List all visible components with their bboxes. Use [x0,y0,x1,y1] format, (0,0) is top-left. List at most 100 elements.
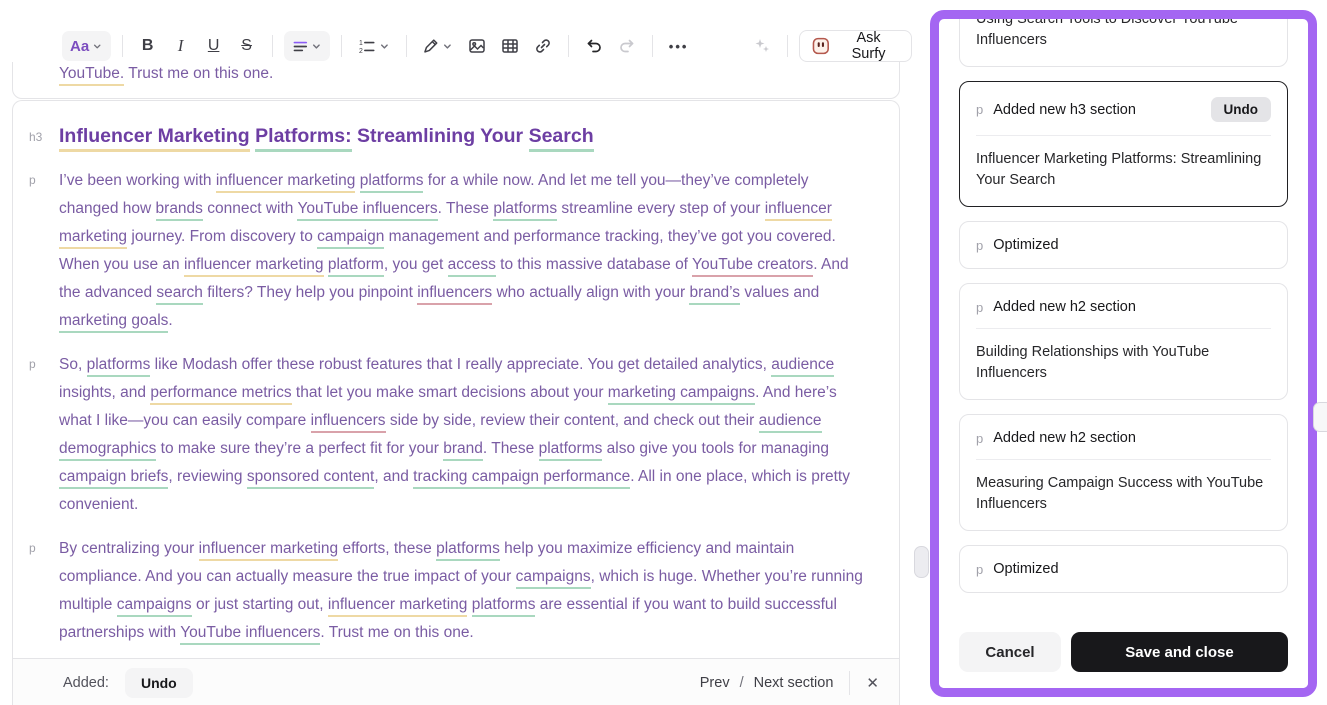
text-run: also give you tools for managing [602,440,829,457]
block-type-marker: p [29,541,36,555]
text-run: who actually align with your [492,284,689,301]
cancel-button[interactable]: Cancel [959,632,1061,672]
redo-button[interactable] [613,31,641,61]
svg-text:1: 1 [359,40,363,47]
card-divider [976,328,1271,329]
previous-section-tail: YouTube. Trust me on this one. [59,60,273,88]
toolbar-strip: Aa B I U S 12 [0,0,912,62]
annotated-phrase: YouTube influencers [297,200,437,221]
annotated-phrase: influencers [311,412,386,433]
paragraph-block: pBy centralizing your influencer marketi… [13,535,873,647]
review-bar-divider [849,671,850,695]
next-section-button[interactable]: Next section [754,675,834,691]
insert-table-button[interactable] [496,31,524,61]
change-card[interactable]: pAdded new h3 sectionUndoInfluencer Mark… [959,81,1288,207]
annotated-phrase: platforms [539,440,603,461]
text-run: journey. From discovery to [127,228,317,245]
review-undo-button[interactable]: Undo [125,668,193,698]
heading-block: h3Influencer Marketing Platforms: Stream… [13,121,873,151]
text-run: to make sure they’re a perfect fit for y… [156,440,443,457]
review-bar: Added: Undo Prev / Next section ✕ [13,658,899,705]
annotated-phrase: sponsored content [247,468,375,489]
change-label: Optimized [993,237,1271,253]
text-run: . [168,312,172,329]
undo-button[interactable] [580,31,608,61]
annotated-phrase: search [156,284,203,305]
added-label: Added: [63,675,109,691]
window-scrollbar-thumb[interactable] [1313,402,1327,432]
card-divider [976,135,1271,136]
change-label: Added new h2 section [993,430,1271,446]
annotated-phrase: platforms [87,356,151,377]
undo-icon [585,37,603,55]
annotated-phrase: brands [156,200,203,221]
strikethrough-button[interactable]: S [233,31,261,61]
editor-toolbar: Aa B I U S 12 [62,30,912,62]
change-card-header: pAdded new h3 sectionUndo [976,97,1271,122]
annotated-phrase: brand’s [689,284,740,305]
block-type-marker: p [976,431,983,446]
change-card[interactable]: pOptimized [959,545,1288,593]
ai-sparkle-button[interactable] [748,31,776,61]
change-label: Added new h2 section [993,299,1271,315]
ordered-list-dropdown[interactable]: 12 [353,31,394,61]
annotated-phrase: campaigns [516,568,591,589]
annotated-phrase: platforms [472,596,536,617]
annotated-phrase: performance metrics [150,384,291,405]
table-icon [501,37,519,55]
text-run: values and [740,284,819,301]
prev-section-button[interactable]: Prev [700,675,730,691]
section-text: Building Relationships with YouTube Infl… [976,342,1271,384]
close-icon[interactable]: ✕ [866,674,879,692]
change-card-header: p Optimized [976,237,1271,253]
text-run: I’ve been working with [59,172,216,189]
app-window: YouTube. Trust me on this one. Aa B I U … [0,0,1327,705]
toolbar-divider [652,35,653,57]
annotated-phrase: campaigns [117,596,192,617]
change-card[interactable]: p Optimized [959,221,1288,269]
annotated-phrase: YouTube. [59,65,124,86]
ask-surfy-label: Ask Surfy [838,30,899,62]
italic-button[interactable]: I [167,31,195,61]
change-card[interactable]: pAdded new h2 sectionMeasuring Campaign … [959,414,1288,531]
link-icon [534,37,552,55]
annotated-phrase: Search [529,125,594,152]
text-run: filters? They help you pinpoint [203,284,417,301]
annotated-phrase: marketing campaigns [608,384,755,405]
changes-list-viewport[interactable]: Using Search Tools to Discover YouTube I… [939,19,1308,616]
insert-image-button[interactable] [463,31,491,61]
text-run: side by side, review their content, and … [386,412,759,429]
block-type-marker: p [976,238,983,253]
card-divider [976,459,1271,460]
image-icon [468,37,486,55]
toolbar-divider [787,35,788,57]
change-card[interactable]: pAdded new h2 sectionBuilding Relationsh… [959,283,1288,400]
text-run: to this massive database of [496,256,692,273]
insert-link-button[interactable] [529,31,557,61]
annotated-phrase: influencers [417,284,492,305]
bold-button[interactable]: B [134,31,162,61]
section-text: Using Search Tools to Discover YouTube I… [976,19,1271,51]
panel-resize-handle[interactable] [914,546,929,578]
pen-style-dropdown[interactable] [417,31,457,61]
annotated-phrase: campaign briefs [59,468,168,489]
change-card-header: p Added new h2 section [976,430,1271,446]
save-and-close-button[interactable]: Save and close [1071,632,1288,672]
underline-button[interactable]: U [200,31,228,61]
alignment-dropdown[interactable] [284,31,330,61]
change-card[interactable]: Using Search Tools to Discover YouTube I… [959,19,1288,67]
font-style-dropdown[interactable]: Aa [62,31,111,61]
chevron-down-icon [92,41,102,52]
text-run: streamline every step of your [557,200,765,217]
annotated-phrase: access [448,256,496,277]
text-run: connect with [203,200,298,217]
chevron-down-icon [442,41,453,52]
annotated-phrase: platforms [360,172,424,193]
card-undo-button[interactable]: Undo [1211,97,1272,122]
ask-surfy-button[interactable]: Ask Surfy [799,30,912,62]
toolbar-divider [341,35,342,57]
more-options-button[interactable]: ••• [664,31,693,61]
change-card-header: pOptimized [976,561,1271,577]
paragraph-text: I’ve been working with influencer market… [59,167,865,335]
document-content[interactable]: h3Influencer Marketing Platforms: Stream… [13,101,899,659]
